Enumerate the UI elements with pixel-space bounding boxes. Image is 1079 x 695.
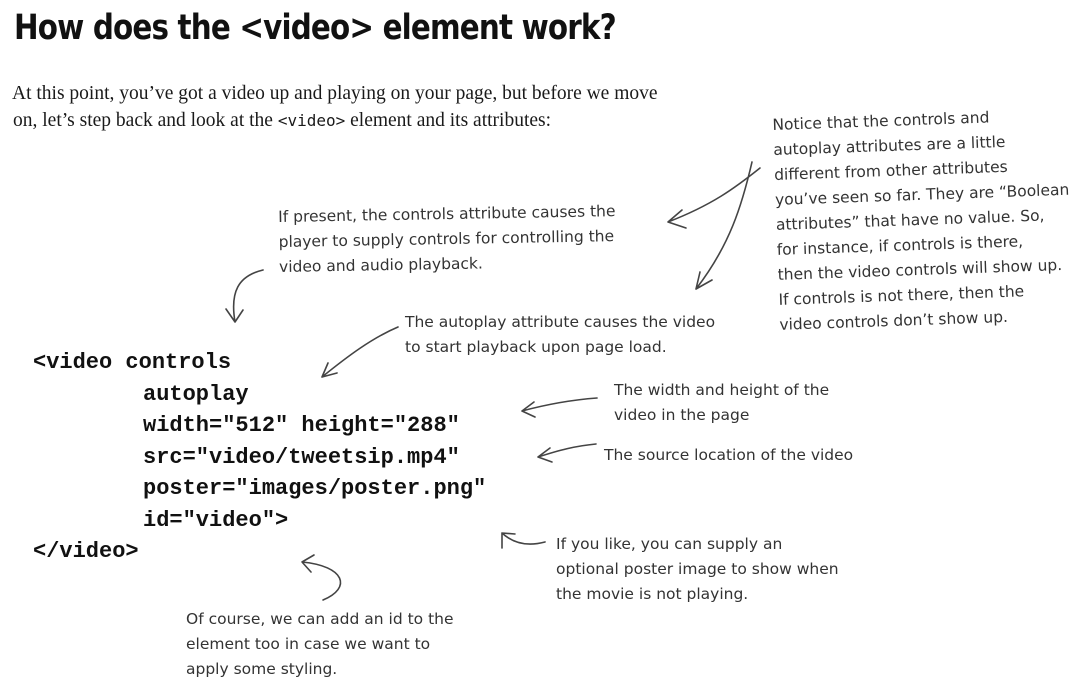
note-line: Of course, we can add an id to the <box>186 610 454 628</box>
page-title: How does the <video> element work? <box>14 8 617 48</box>
note-line: apply some styling. <box>186 660 338 678</box>
note-line: element too in case we want to <box>186 635 431 653</box>
note-line: video in the page <box>614 406 750 424</box>
note-line: The autoplay attribute causes the video <box>405 313 716 331</box>
boolean-attributes-note: Notice that the controls and autoplay at… <box>772 103 1074 338</box>
note-line: If controls is not there, then the <box>778 282 1025 309</box>
poster-image-note: If you like, you can supply an optional … <box>556 532 839 607</box>
note-line: for instance, if controls is there, <box>776 232 1024 259</box>
note-line: player to supply controls for controllin… <box>278 227 615 251</box>
arrow-width-height <box>521 397 598 418</box>
note-line: autoplay attributes are a little <box>772 132 1006 159</box>
code-line: poster="images/poster.png" <box>143 476 487 501</box>
note-line: The source location of the video <box>604 446 854 464</box>
note-line: If present, the controls attribute cause… <box>278 202 616 226</box>
code-line: width="512" height="288" <box>143 413 460 438</box>
arrow-boolean-to-autoplay <box>695 161 753 290</box>
code-line: </video> <box>33 539 139 564</box>
note-line: then the video controls will show up. <box>777 255 1063 284</box>
controls-attribute-note: If present, the controls attribute cause… <box>278 199 617 280</box>
note-line: The width and height of the <box>614 381 830 399</box>
note-line: If you like, you can supply an <box>556 535 783 553</box>
code-line: <video controls <box>33 350 232 375</box>
note-line: attributes” that have no value. So, <box>775 206 1045 234</box>
note-line: video controls don’t show up. <box>779 307 1009 334</box>
arrow-boolean-to-controls <box>667 167 761 229</box>
code-line: id="video"> <box>143 507 289 533</box>
intro-paragraph: At this point, you’ve got a video up and… <box>12 80 742 134</box>
note-line: different from other attributes <box>773 157 1009 184</box>
source-location-note: The source location of the video <box>604 443 853 468</box>
arrow-controls <box>225 269 264 323</box>
note-line: the movie is not playing. <box>556 585 749 603</box>
intro-line-2-start: on, let’s step back and look at the <box>13 110 278 131</box>
inline-video-tag: <video> <box>277 111 346 130</box>
intro-line-1: At this point, you’ve got a video up and… <box>12 83 658 104</box>
intro-line-2-end: element and its attributes: <box>345 110 552 131</box>
width-height-note: The width and height of the video in the… <box>614 378 829 428</box>
code-line: src="video/tweetsip.mp4" <box>143 444 460 470</box>
note-line: you’ve seen so far. They are “Boolean <box>774 180 1070 209</box>
id-attribute-note: Of course, we can add an id to the eleme… <box>186 607 454 682</box>
note-line: video and audio playback. <box>278 254 484 276</box>
note-line: Notice that the controls and <box>772 108 990 134</box>
arrow-poster <box>501 532 546 549</box>
video-code-block: <video controls autoplay width="512" heigh… <box>33 347 486 568</box>
intro-line-2: on, let’s step back and look at the <vid… <box>12 110 551 131</box>
arrow-source <box>537 443 597 463</box>
code-line: autoplay <box>143 381 249 407</box>
note-line: optional poster image to show when <box>556 560 839 578</box>
